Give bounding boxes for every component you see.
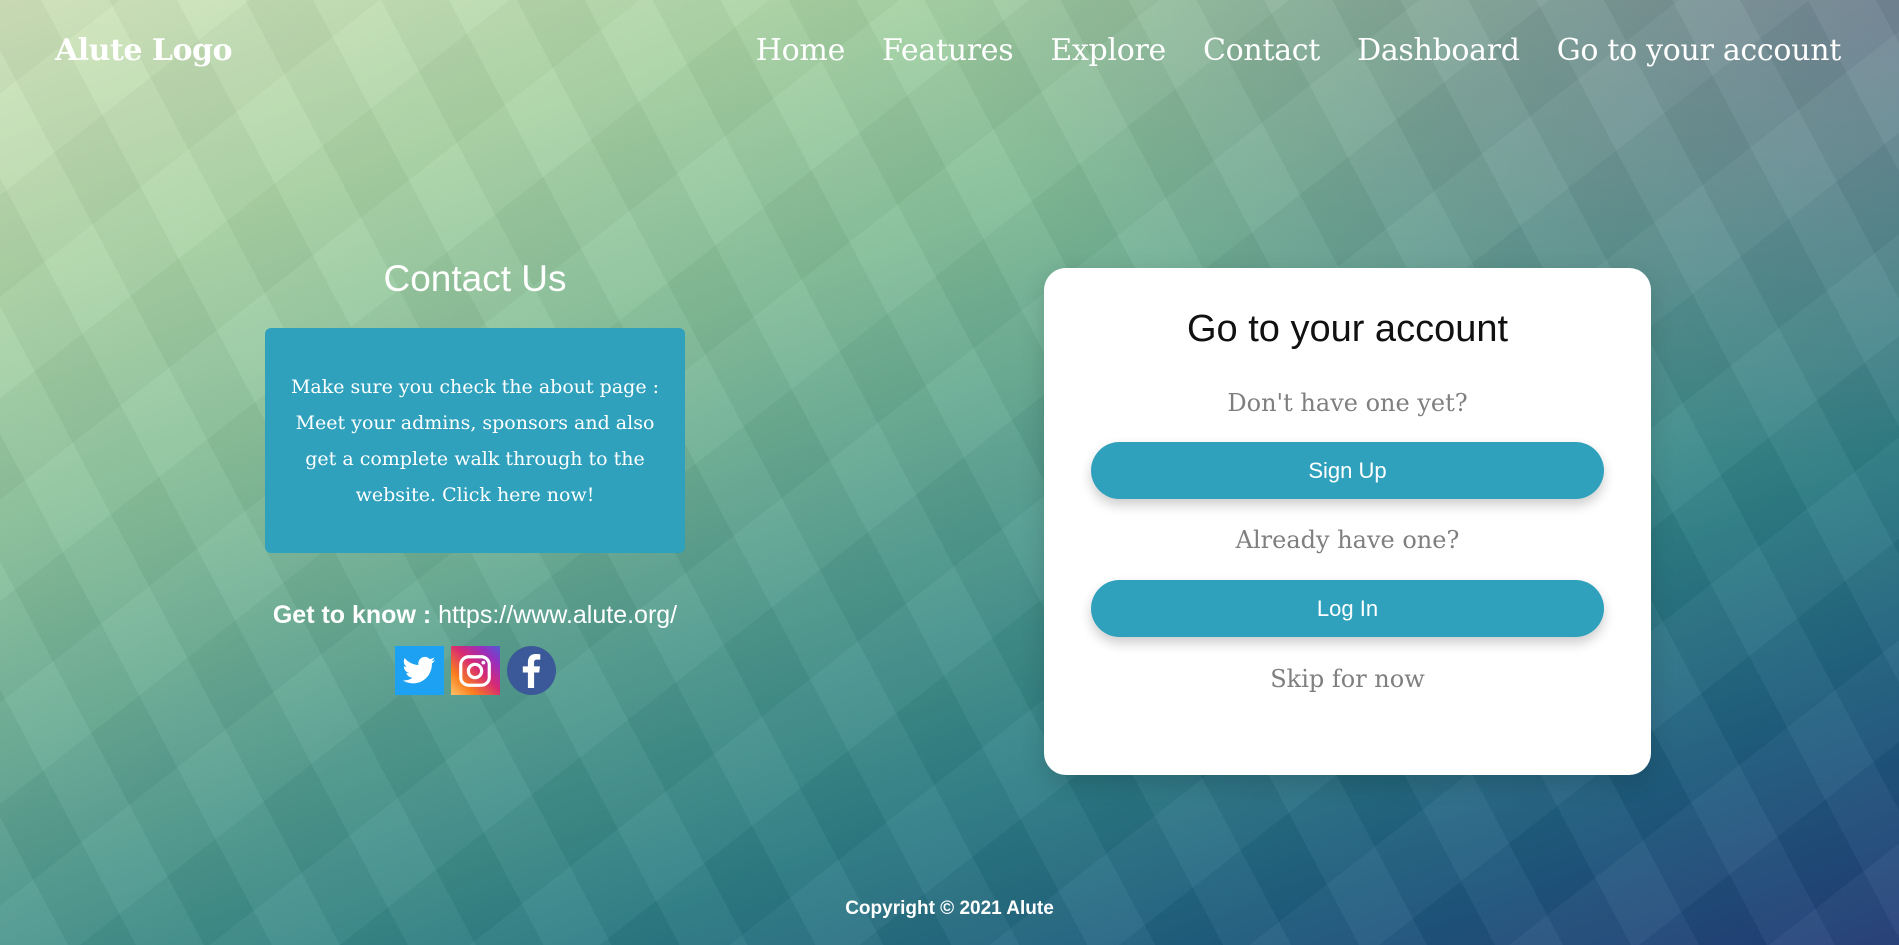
top-navigation-bar: Alute Logo Home Features Explore Contact… bbox=[0, 0, 1899, 100]
facebook-icon[interactable] bbox=[506, 646, 556, 695]
contact-section: Contact Us Make sure you check the about… bbox=[265, 258, 685, 695]
social-links bbox=[265, 646, 685, 695]
nav-features[interactable]: Features bbox=[882, 33, 1014, 68]
contact-title: Contact Us bbox=[383, 258, 567, 299]
account-title: Go to your account bbox=[1186, 308, 1509, 350]
main-nav: Home Features Explore Contact Dashboard … bbox=[756, 33, 1842, 68]
signup-hint: Don't have one yet? bbox=[1227, 389, 1468, 417]
log-in-button[interactable]: Log In bbox=[1091, 580, 1604, 637]
nav-dashboard[interactable]: Dashboard bbox=[1357, 33, 1520, 68]
nav-home[interactable]: Home bbox=[756, 33, 846, 68]
get-to-know: Get to know : https://www.alute.org/ bbox=[265, 601, 685, 630]
about-page-notice[interactable]: Make sure you check the about page : Mee… bbox=[265, 328, 685, 553]
site-logo[interactable]: Alute Logo bbox=[55, 33, 232, 68]
account-card: Go to your account Don't have one yet? S… bbox=[1044, 268, 1651, 775]
about-page-notice-text: Make sure you check the about page : Mee… bbox=[290, 375, 660, 506]
website-link[interactable]: https://www.alute.org/ bbox=[438, 601, 677, 629]
get-to-know-label: Get to know : bbox=[272, 601, 432, 629]
instagram-icon[interactable] bbox=[450, 646, 500, 695]
skip-link[interactable]: Skip for now bbox=[1044, 665, 1651, 693]
nav-explore[interactable]: Explore bbox=[1050, 33, 1166, 68]
twitter-icon[interactable] bbox=[394, 646, 444, 695]
nav-account[interactable]: Go to your account bbox=[1557, 33, 1842, 68]
login-hint: Already have one? bbox=[1235, 526, 1460, 554]
sign-up-button[interactable]: Sign Up bbox=[1091, 442, 1604, 499]
nav-contact[interactable]: Contact bbox=[1203, 33, 1320, 68]
footer-copyright: Copyright © 2021 Alute bbox=[845, 898, 1054, 919]
